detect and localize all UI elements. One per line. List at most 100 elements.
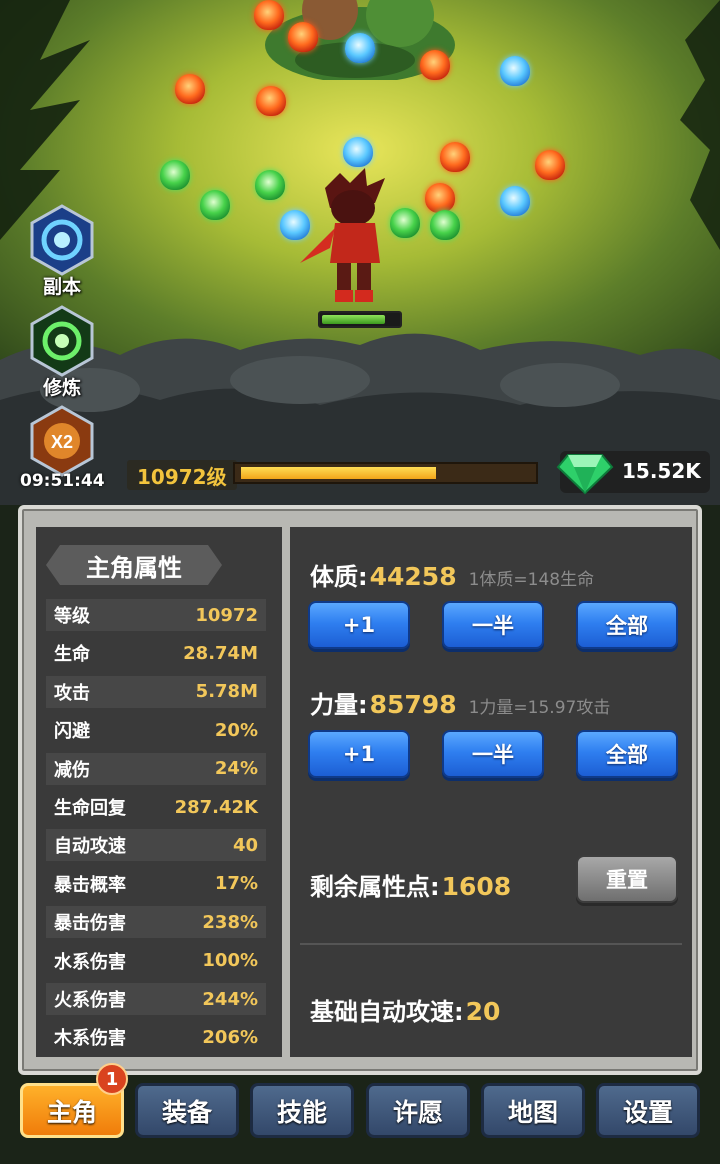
divider: [300, 943, 682, 945]
stat-value: 238%: [202, 911, 258, 933]
strength-note: 1力量=15.97攻击: [468, 698, 611, 718]
cultivation-button[interactable]: 修炼: [22, 305, 102, 400]
water-orb: [500, 56, 530, 86]
constitution-label: 体质:: [310, 563, 368, 591]
stat-value: 10972: [195, 604, 258, 626]
constitution-plus-one-button[interactable]: +1: [308, 601, 410, 649]
player-level: 10972级: [127, 460, 237, 490]
stat-label: 自动攻速: [54, 836, 126, 858]
stat-value: 244%: [202, 988, 258, 1010]
boost-timer: 09:51:44: [20, 471, 105, 491]
stat-value: 20%: [214, 719, 258, 741]
remaining-points-label: 剩余属性点:: [310, 873, 440, 901]
stat-value: 5.78M: [195, 681, 258, 703]
constitution-all-button[interactable]: 全部: [576, 601, 678, 649]
wood-orb: [430, 210, 460, 240]
stat-row: 闪避 20%: [46, 714, 266, 746]
wood-orb: [160, 160, 190, 190]
stat-label: 等级: [54, 606, 90, 627]
stat-row: 攻击 5.78M: [46, 675, 266, 708]
strength-line: 力量: 85798 1力量=15.97攻击: [310, 685, 610, 720]
stat-value: 17%: [214, 873, 258, 895]
stats-list: 主角属性 等级 10972 生命 28.74M 攻击 5.78M 闪避 20% 减伤 24% 生命回…: [36, 527, 282, 1057]
stat-row: 自动攻速 40: [46, 829, 266, 862]
stat-label: 暴击概率: [54, 874, 126, 896]
player-level-label: 10972级: [137, 464, 227, 489]
double-exp-button[interactable]: X2: [22, 405, 102, 477]
stat-label: 暴击伤害: [54, 913, 126, 935]
gem-amount: 15.52K: [622, 459, 701, 483]
cultivation-label: 修炼: [42, 377, 81, 399]
strength-label: 力量:: [310, 691, 368, 719]
stat-value: 40: [232, 834, 258, 856]
attribute-allocation: 体质: 44258 1体质=148生命 +1 一半 全部 力量: 85798 1…: [290, 527, 692, 1057]
tab-skills[interactable]: 技能: [250, 1083, 354, 1138]
strength-all-button[interactable]: 全部: [576, 730, 678, 778]
water-orb: [343, 137, 373, 167]
stat-label: 减伤: [54, 759, 90, 781]
reset-button[interactable]: 重置: [576, 855, 678, 903]
tab-settings[interactable]: 设置: [596, 1083, 700, 1138]
vortex-icon: [30, 204, 94, 276]
character-panel: 主角属性 等级 10972 生命 28.74M 攻击 5.78M 闪避 20% 减伤 24% 生命回…: [18, 505, 702, 1075]
remaining-points-line: 剩余属性点: 1608: [310, 867, 511, 902]
strength-plus-one-button[interactable]: +1: [308, 730, 410, 778]
constitution-half-button[interactable]: 一半: [442, 601, 544, 649]
strength-value: 85798: [369, 690, 457, 719]
stat-label: 火系伤害: [54, 990, 126, 1011]
tab-equipment[interactable]: 装备: [135, 1083, 239, 1138]
stat-label: 生命: [54, 644, 90, 666]
tree-silhouette: [680, 0, 720, 250]
stat-label: 水系伤害: [54, 951, 126, 973]
stat-value: 100%: [202, 950, 258, 972]
notification-badge: 1: [96, 1063, 128, 1095]
stat-row: 暴击概率 17%: [46, 868, 266, 900]
dungeon-label: 副本: [42, 276, 81, 298]
stat-row: 暴击伤害 238%: [46, 906, 266, 939]
stat-label: 生命回复: [54, 798, 126, 819]
bottom-nav: 主角 1 装备 技能 许愿 地图 设置: [0, 1063, 720, 1164]
stat-label: 木系伤害: [54, 1028, 126, 1050]
battle-scene: 副本 修炼 X2: [0, 0, 720, 505]
stat-row: 木系伤害 206%: [46, 1021, 266, 1053]
wood-orb: [200, 190, 230, 220]
stat-value: 24%: [214, 758, 258, 780]
fire-orb: [440, 142, 470, 172]
tab-wish[interactable]: 许愿: [366, 1083, 470, 1138]
stat-row: 等级 10972: [46, 599, 266, 631]
wood-orb: [255, 170, 285, 200]
hero-character: [300, 168, 385, 302]
fire-orb: [256, 86, 286, 116]
water-orb: [345, 33, 375, 63]
strength-half-button[interactable]: 一半: [442, 730, 544, 778]
gem-counter[interactable]: 15.52K: [556, 451, 710, 495]
stats-title: 主角属性: [46, 545, 222, 585]
dungeon-button[interactable]: 副本: [22, 204, 102, 299]
constitution-line: 体质: 44258 1体质=148生命: [310, 557, 594, 592]
constitution-value: 44258: [369, 562, 457, 591]
base-attack-speed-label: 基础自动攻速:: [310, 998, 464, 1026]
fire-orb: [254, 0, 284, 30]
base-attack-speed-value: 20: [465, 997, 501, 1026]
stat-label: 闪避: [54, 721, 90, 743]
fire-orb: [420, 50, 450, 80]
swirl-icon: [30, 305, 94, 377]
stat-row: 生命回复 287.42K: [46, 791, 266, 823]
double-exp-icon: X2: [30, 405, 94, 477]
base-attack-speed-line: 基础自动攻速: 20: [310, 992, 500, 1027]
stat-row: 火系伤害 244%: [46, 983, 266, 1015]
stat-value: 206%: [202, 1026, 258, 1048]
fire-orb: [425, 183, 455, 213]
stat-row: 生命 28.74M: [46, 637, 266, 669]
constitution-note: 1体质=148生命: [468, 570, 595, 590]
exp-progress-bar: [233, 462, 538, 484]
stat-value: 28.74M: [183, 642, 258, 664]
stat-row: 减伤 24%: [46, 752, 266, 785]
tab-map[interactable]: 地图: [481, 1083, 585, 1138]
fire-orb: [535, 150, 565, 180]
gem-icon: [556, 454, 614, 495]
stat-label: 攻击: [54, 682, 90, 704]
double-exp-badge: X2: [51, 432, 73, 452]
remaining-points-value: 1608: [441, 872, 512, 901]
water-orb: [500, 186, 530, 216]
